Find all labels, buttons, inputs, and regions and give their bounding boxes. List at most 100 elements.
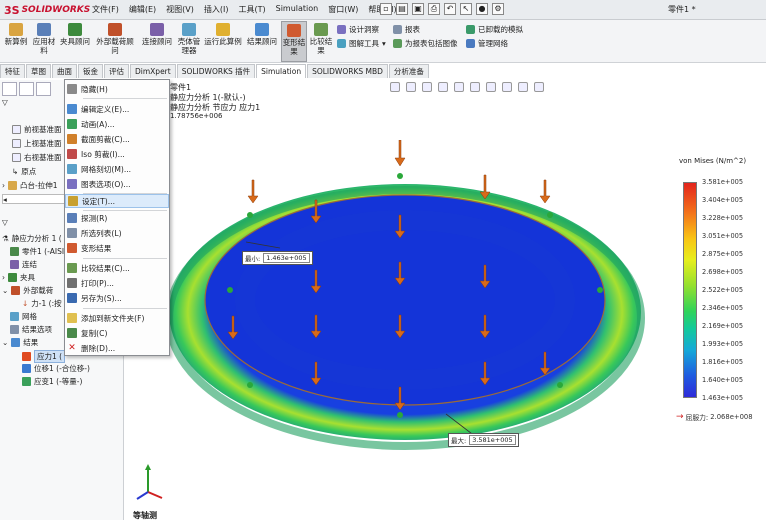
max-value-callout[interactable]: 最大: 3.581e+005 xyxy=(448,433,519,447)
ctx-iso-clip[interactable]: Iso 剪裁(I)... xyxy=(65,147,169,161)
hide-show-icon[interactable] xyxy=(486,82,496,92)
connections-advisor-button[interactable]: 连接顾问 xyxy=(140,23,174,46)
zoom-area-icon[interactable] xyxy=(406,82,416,92)
tree-front-plane[interactable]: 前视基准面 xyxy=(12,124,62,135)
tab-surfaces[interactable]: 曲面 xyxy=(52,64,77,78)
fixtures-advisor-button[interactable]: 夹具顾问 xyxy=(59,23,91,46)
ctx-compare-results[interactable]: 比较结果(C)... xyxy=(65,261,169,275)
ctx-print[interactable]: 打印(P)... xyxy=(65,276,169,290)
collapse-icon[interactable]: ⌄ xyxy=(2,338,8,347)
report-button[interactable]: 报表 xyxy=(393,24,420,35)
ctx-delete[interactable]: ✕ 删除(D)... xyxy=(65,341,169,355)
ctx-edit-definition[interactable]: 编辑定义(E)... xyxy=(65,102,169,116)
section-view-icon[interactable] xyxy=(438,82,448,92)
apply-material-button[interactable]: 应用材料 xyxy=(31,23,57,55)
filter-icon[interactable]: ▽ xyxy=(2,98,8,107)
ctx-chart-options[interactable]: 图表选项(O)... xyxy=(65,177,169,191)
appearance-icon[interactable] xyxy=(502,82,512,92)
tab-dimxpert[interactable]: DimXpert xyxy=(130,64,176,78)
filter-icon[interactable]: ▽ xyxy=(2,218,8,227)
tree-mesh[interactable]: 网格 xyxy=(10,311,37,322)
undo-icon[interactable]: ↶ xyxy=(444,3,456,15)
tree-part[interactable]: 零件1 (-AISI xyxy=(10,246,64,257)
open-file-icon[interactable]: ▤ xyxy=(396,3,408,15)
ctx-copy[interactable]: 复制(C) xyxy=(65,326,169,340)
menu-insert[interactable]: 插入(I) xyxy=(204,4,229,15)
external-loads-button[interactable]: 外部载荷顾问 xyxy=(93,23,137,55)
offloaded-simulation-button[interactable]: 已卸载的模拟 xyxy=(466,24,523,35)
compare-results-button[interactable]: 比较结果 xyxy=(309,23,333,55)
tree-right-plane[interactable]: 右视基准面 xyxy=(12,152,62,163)
feature-manager-tab-icon[interactable] xyxy=(2,82,17,96)
tree-displacement[interactable]: 位移1 (-合位移-) xyxy=(22,363,90,374)
display-style-icon[interactable] xyxy=(470,82,480,92)
deformed-result-button[interactable]: 变形结果 xyxy=(281,21,307,62)
tree-result-options[interactable]: 结果选项 xyxy=(10,324,52,335)
menu-file[interactable]: 文件(F) xyxy=(92,4,119,15)
min-value-callout[interactable]: 最小: 1.463e+005 xyxy=(242,251,313,265)
new-file-icon[interactable]: ▫ xyxy=(380,3,392,15)
ctx-animate[interactable]: 动画(A)... xyxy=(65,117,169,131)
collapse-icon[interactable]: ⌄ xyxy=(2,286,8,295)
tab-sheet-metal[interactable]: 钣金 xyxy=(78,64,103,78)
menu-window[interactable]: 窗口(W) xyxy=(328,4,358,15)
tab-sketch[interactable]: 草图 xyxy=(26,64,51,78)
ctx-probe[interactable]: 探测(R) xyxy=(65,211,169,225)
ctx-settings[interactable]: 设定(T)... xyxy=(65,194,169,208)
tree-fixtures[interactable]: › 夹具 xyxy=(2,272,35,283)
scroll-left-icon[interactable]: ◂ xyxy=(3,195,7,204)
options-icon[interactable]: ⚙ xyxy=(492,3,504,15)
tree-external-loads[interactable]: ⌄ 外部载荷 xyxy=(2,285,53,296)
include-image-button[interactable]: 为报表包括图像 xyxy=(393,38,458,49)
save-icon[interactable]: ▣ xyxy=(412,3,424,15)
tree-stress[interactable]: 应力1 ( xyxy=(22,350,66,363)
results-advisor-button[interactable]: 结果顾问 xyxy=(245,23,279,46)
ctx-hide[interactable]: 隐藏(H) xyxy=(65,82,169,96)
design-insight-button[interactable]: 设计洞察 xyxy=(337,24,379,35)
panel-scrollbar[interactable]: ◂ xyxy=(2,194,66,204)
ctx-section-clip[interactable]: 截面剪裁(C)... xyxy=(65,132,169,146)
ctx-add-folder[interactable]: 添加到新文件夹(F) xyxy=(65,311,169,325)
tab-mbd[interactable]: SOLIDWORKS MBD xyxy=(307,64,388,78)
expand-icon[interactable]: › xyxy=(2,273,5,282)
shell-manager-button[interactable]: 壳体管理器 xyxy=(175,23,203,55)
scene-icon[interactable] xyxy=(518,82,528,92)
tree-top-plane[interactable]: 上视基准面 xyxy=(12,138,62,149)
tree-results[interactable]: ⌄ 结果 xyxy=(2,337,38,348)
fea-stress-plot[interactable] xyxy=(160,140,660,470)
run-study-button[interactable]: 运行此算例 xyxy=(204,23,242,46)
tab-analysis-prep[interactable]: 分析准备 xyxy=(388,64,429,78)
tree-origin[interactable]: ↳ 原点 xyxy=(12,166,36,177)
ctx-deformed-result[interactable]: 变形结果 xyxy=(65,241,169,255)
ctx-save-as[interactable]: 另存为(S)... xyxy=(65,291,169,305)
tree-force[interactable]: ↓ 力-1 (:按 xyxy=(22,298,62,309)
view-setting-icon[interactable] xyxy=(534,82,544,92)
tree-boss-extrude[interactable]: › 凸台-拉伸1 xyxy=(2,180,57,191)
zoom-fit-icon[interactable] xyxy=(390,82,400,92)
view-orientation-icon[interactable] xyxy=(454,82,464,92)
property-manager-tab-icon[interactable] xyxy=(19,82,34,96)
color-legend-bar[interactable] xyxy=(683,182,697,398)
menu-tools[interactable]: 工具(T) xyxy=(238,4,265,15)
tab-evaluate[interactable]: 评估 xyxy=(104,64,129,78)
config-manager-tab-icon[interactable] xyxy=(36,82,51,96)
tree-connections[interactable]: 连结 xyxy=(10,259,37,270)
tree-strain[interactable]: 应变1 (-等量-) xyxy=(22,376,82,387)
select-icon[interactable]: ↖ xyxy=(460,3,472,15)
ctx-mesh-probe[interactable]: 网格刻切(M)... xyxy=(65,162,169,176)
new-study-button[interactable]: 新算例 xyxy=(3,23,29,46)
tab-addins[interactable]: SOLIDWORKS 插件 xyxy=(176,64,256,78)
tab-simulation[interactable]: Simulation xyxy=(256,64,307,78)
plot-tools-button[interactable]: 图解工具 ▾ xyxy=(337,38,386,49)
menu-simulation[interactable]: Simulation xyxy=(276,4,319,15)
previous-view-icon[interactable] xyxy=(422,82,432,92)
tab-features[interactable]: 特征 xyxy=(0,64,25,78)
rebuild-icon[interactable]: ● xyxy=(476,3,488,15)
expand-icon[interactable]: › xyxy=(2,181,5,190)
print-toolbar-icon[interactable]: ⎙ xyxy=(428,3,440,15)
menu-edit[interactable]: 编辑(E) xyxy=(129,4,156,15)
ctx-list-selected[interactable]: 所选列表(L) xyxy=(65,226,169,240)
tree-study[interactable]: ⚗ 静应力分析 1 ( xyxy=(2,233,62,244)
menu-view[interactable]: 视图(V) xyxy=(166,4,194,15)
manage-network-button[interactable]: 管理网络 xyxy=(466,38,508,49)
